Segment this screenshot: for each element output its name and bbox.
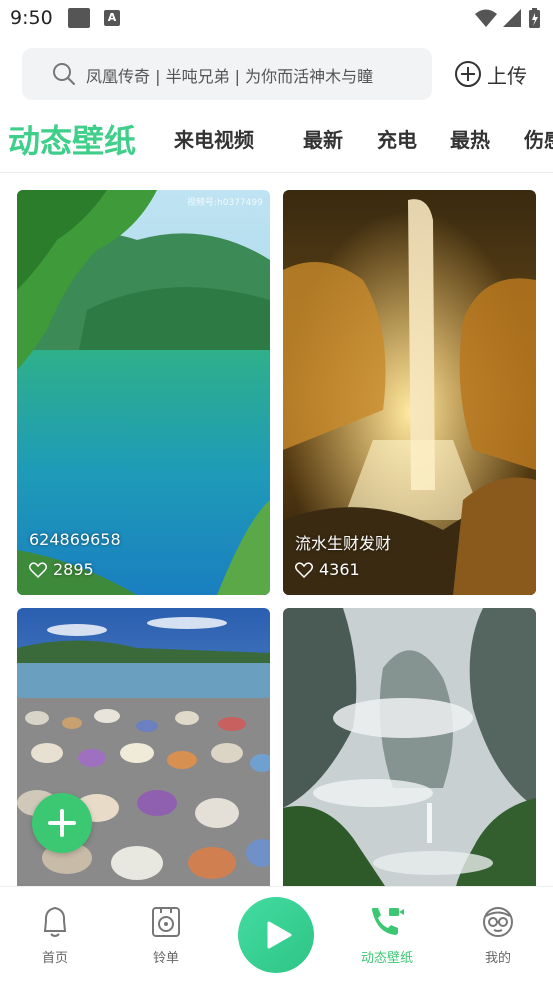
nav-home-label: 首页 <box>41 951 68 966</box>
card-likes: 4361 <box>295 560 360 579</box>
search-placeholder: 凤凰传奇 | 半吨兄弟 | 为你而活神木与瞳 <box>86 67 374 86</box>
wallpaper-card[interactable] <box>17 608 270 898</box>
wallpaper-thumbnail-mountains <box>283 608 536 898</box>
bottom-nav: 首页 铃单 动态壁纸 我的 <box>0 886 553 984</box>
search-bar[interactable]: 凤凰传奇 | 半吨兄弟 | 为你而活神木与瞳 <box>22 48 432 100</box>
avatar-glasses-icon <box>483 907 513 937</box>
status-bar: 9:50 A <box>0 0 553 36</box>
likes-count: 4361 <box>319 560 360 579</box>
wallpaper-card[interactable]: 视频号:h0377499 624869658 2895 <box>17 190 270 595</box>
status-icons <box>475 8 540 28</box>
heart-icon[interactable] <box>29 561 47 578</box>
tab-sad[interactable]: 伤感 <box>524 124 553 153</box>
plus-icon <box>48 809 76 837</box>
card-likes: 2895 <box>29 560 94 579</box>
notification-square-icon <box>68 8 90 28</box>
nav-ringtones-label: 铃单 <box>152 951 179 966</box>
tabs-divider <box>0 172 553 173</box>
status-time: 9:50 <box>10 7 53 29</box>
card-title: 流水生财发财 <box>295 534 392 553</box>
signal-icon <box>503 9 521 27</box>
wallpaper-thumbnail-pebbles <box>17 608 270 898</box>
nav-ringtones[interactable]: 铃单 <box>126 905 206 966</box>
tab-charging[interactable]: 充电 <box>377 124 417 153</box>
nav-mine-label: 我的 <box>484 951 511 966</box>
add-fab-button[interactable] <box>32 793 92 853</box>
nav-live-wallpaper-label: 动态壁纸 <box>360 951 413 966</box>
heart-icon[interactable] <box>295 561 313 578</box>
watermark-text: 视频号:h0377499 <box>187 196 263 208</box>
phone-video-icon <box>371 908 404 935</box>
nav-mine[interactable]: 我的 <box>458 905 538 966</box>
bell-icon <box>43 906 67 937</box>
likes-count: 2895 <box>53 560 94 579</box>
tab-call-video[interactable]: 来电视频 <box>174 124 254 153</box>
tab-live-wallpaper[interactable]: 动态壁纸 <box>8 116 136 162</box>
speaker-box-icon <box>152 907 180 937</box>
add-circle-icon <box>455 61 481 87</box>
search-icon <box>53 63 75 85</box>
upload-label: 上传 <box>487 63 527 88</box>
wallpaper-card[interactable]: 流水生财发财 4361 <box>283 190 536 595</box>
category-tabs: 动态壁纸 来电视频 最新 充电 最热 伤感 <box>0 110 553 166</box>
wifi-icon <box>475 9 497 27</box>
play-button[interactable] <box>238 897 314 973</box>
tab-hottest[interactable]: 最热 <box>450 124 490 153</box>
play-icon <box>267 921 292 949</box>
nav-home[interactable]: 首页 <box>15 905 95 966</box>
nav-live-wallpaper[interactable]: 动态壁纸 <box>347 905 427 966</box>
card-title: 624869658 <box>29 530 121 549</box>
wallpaper-card[interactable] <box>283 608 536 898</box>
upload-button[interactable]: 上传 <box>454 58 527 90</box>
tab-latest[interactable]: 最新 <box>303 124 343 153</box>
notification-a-icon: A <box>104 10 120 26</box>
